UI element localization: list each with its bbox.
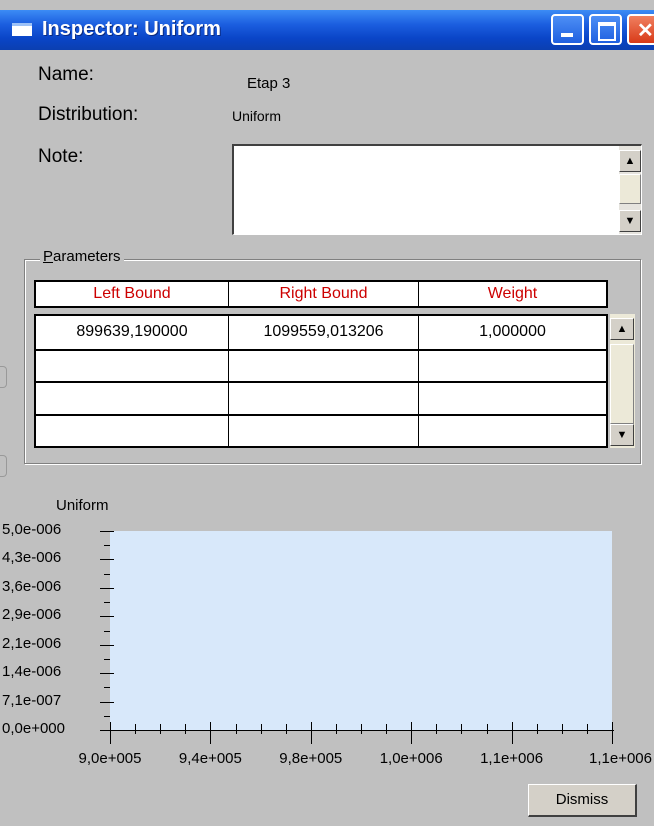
scroll-thumb[interactable] xyxy=(619,174,641,204)
x-tick-label: 1,0e+006 xyxy=(379,750,443,767)
x-minor-tick xyxy=(160,724,162,734)
table-row: 899639,190000 1099559,013206 1,000000 xyxy=(36,316,606,349)
column-header-weight[interactable]: Weight xyxy=(418,282,606,306)
table-cell[interactable] xyxy=(418,383,606,414)
x-minor-tick xyxy=(361,724,362,734)
y-minor-tick xyxy=(104,545,110,547)
maximize-icon[interactable] xyxy=(589,14,622,45)
title-bar[interactable]: Inspector: Uniform xyxy=(0,10,654,50)
y-tick-label: 4,3e-006 xyxy=(2,549,62,567)
name-value: Etap 3 xyxy=(247,75,291,92)
y-tick-mark xyxy=(100,701,114,703)
scroll-up-icon[interactable]: ▲ xyxy=(619,150,641,172)
y-minor-tick xyxy=(104,658,110,660)
x-minor-tick xyxy=(386,724,388,734)
x-tick-mark xyxy=(511,722,513,744)
x-tick-mark xyxy=(612,722,613,744)
name-label: Name: xyxy=(38,64,94,85)
x-minor-tick xyxy=(335,724,337,734)
x-tick-label: 9,8e+005 xyxy=(279,750,343,767)
dismiss-button[interactable]: Dismiss xyxy=(528,784,637,817)
note-field[interactable]: ▲ ▼ xyxy=(232,144,642,235)
y-tick-label: 2,1e-006 xyxy=(2,634,62,652)
table-cell[interactable] xyxy=(36,416,228,447)
inspector-window: Inspector: Uniform Name: Etap 3 Distribu… xyxy=(0,0,654,826)
x-minor-tick xyxy=(486,724,488,734)
x-tick-label: 1,1e+006 xyxy=(480,750,544,767)
x-axis-line xyxy=(106,730,614,731)
parameters-header: Left Bound Right Bound Weight xyxy=(34,280,608,308)
scroll-down-icon[interactable]: ▼ xyxy=(610,424,634,446)
table-scrollbar[interactable]: ▲ ▼ xyxy=(610,314,635,448)
scroll-down-icon[interactable]: ▼ xyxy=(619,210,641,232)
x-tick-label: 9,4e+005 xyxy=(178,750,242,767)
x-minor-tick xyxy=(586,724,588,734)
scroll-thumb[interactable] xyxy=(610,344,634,424)
table-cell[interactable] xyxy=(36,351,228,382)
y-tick-label: 2,9e-006 xyxy=(2,606,62,624)
parameters-group-label: Parameters xyxy=(40,248,124,265)
y-minor-tick xyxy=(104,630,110,632)
x-tick-mark xyxy=(310,722,312,744)
column-header-left-bound[interactable]: Left Bound xyxy=(36,282,228,306)
y-tick-mark xyxy=(100,587,114,589)
table-cell[interactable] xyxy=(228,415,418,446)
chart-title: Uniform xyxy=(56,497,109,514)
y-tick-mark xyxy=(100,644,114,646)
y-tick-label: 0,0e+000 xyxy=(2,720,65,737)
table-row xyxy=(36,413,606,447)
parameters-table: 899639,190000 1099559,013206 1,000000 xyxy=(34,314,608,448)
column-header-right-bound[interactable]: Right Bound xyxy=(228,282,418,306)
minimize-icon[interactable] xyxy=(551,14,584,45)
y-tick-label: 3,6e-006 xyxy=(2,577,62,595)
x-minor-tick xyxy=(260,724,262,734)
table-cell[interactable] xyxy=(228,383,418,414)
table-cell[interactable] xyxy=(36,383,228,414)
table-row xyxy=(36,381,606,414)
window-icon xyxy=(12,23,32,36)
y-minor-tick xyxy=(104,687,110,689)
distribution-label: Distribution: xyxy=(38,104,139,125)
x-minor-tick xyxy=(536,724,538,734)
x-minor-tick xyxy=(561,724,563,734)
y-tick-label: 5,0e-006 xyxy=(2,521,62,538)
x-tick-mark xyxy=(210,722,212,744)
x-minor-tick xyxy=(461,724,463,734)
x-minor-tick xyxy=(436,724,438,734)
y-minor-tick xyxy=(104,573,110,575)
y-tick-mark xyxy=(100,673,114,675)
y-minor-tick xyxy=(104,715,110,717)
y-minor-tick xyxy=(104,602,110,604)
note-scrollbar[interactable]: ▲ ▼ xyxy=(619,146,641,234)
y-tick-mark xyxy=(100,616,114,618)
x-minor-tick xyxy=(185,724,187,734)
cell-right-bound[interactable]: 1099559,013206 xyxy=(228,316,418,349)
table-cell[interactable] xyxy=(418,350,606,381)
y-tick-mark xyxy=(100,531,114,532)
table-row xyxy=(36,348,606,382)
close-icon[interactable] xyxy=(627,14,654,45)
cell-left-bound[interactable]: 899639,190000 xyxy=(36,316,228,349)
edge-mark xyxy=(0,366,7,388)
x-minor-tick xyxy=(285,724,287,734)
scroll-up-icon[interactable]: ▲ xyxy=(610,318,634,340)
x-tick-label: 1,1e+006 xyxy=(589,750,652,767)
distribution-value: Uniform xyxy=(232,108,282,124)
x-tick-mark xyxy=(110,722,111,744)
x-minor-tick xyxy=(135,724,137,734)
uniform-density-area xyxy=(110,531,612,730)
y-tick-label: 7,1e-007 xyxy=(2,691,62,709)
edge-mark xyxy=(0,455,7,477)
note-label: Note: xyxy=(38,146,84,167)
x-minor-tick xyxy=(235,724,237,734)
x-tick-mark xyxy=(411,722,413,744)
table-cell[interactable] xyxy=(228,350,418,381)
x-tick-label: 9,0e+005 xyxy=(78,750,142,767)
y-tick-mark xyxy=(100,559,114,561)
cell-weight[interactable]: 1,000000 xyxy=(418,316,606,349)
table-cell[interactable] xyxy=(418,415,606,446)
y-tick-label: 1,4e-006 xyxy=(2,663,62,681)
window-title: Inspector: Uniform xyxy=(42,18,221,40)
